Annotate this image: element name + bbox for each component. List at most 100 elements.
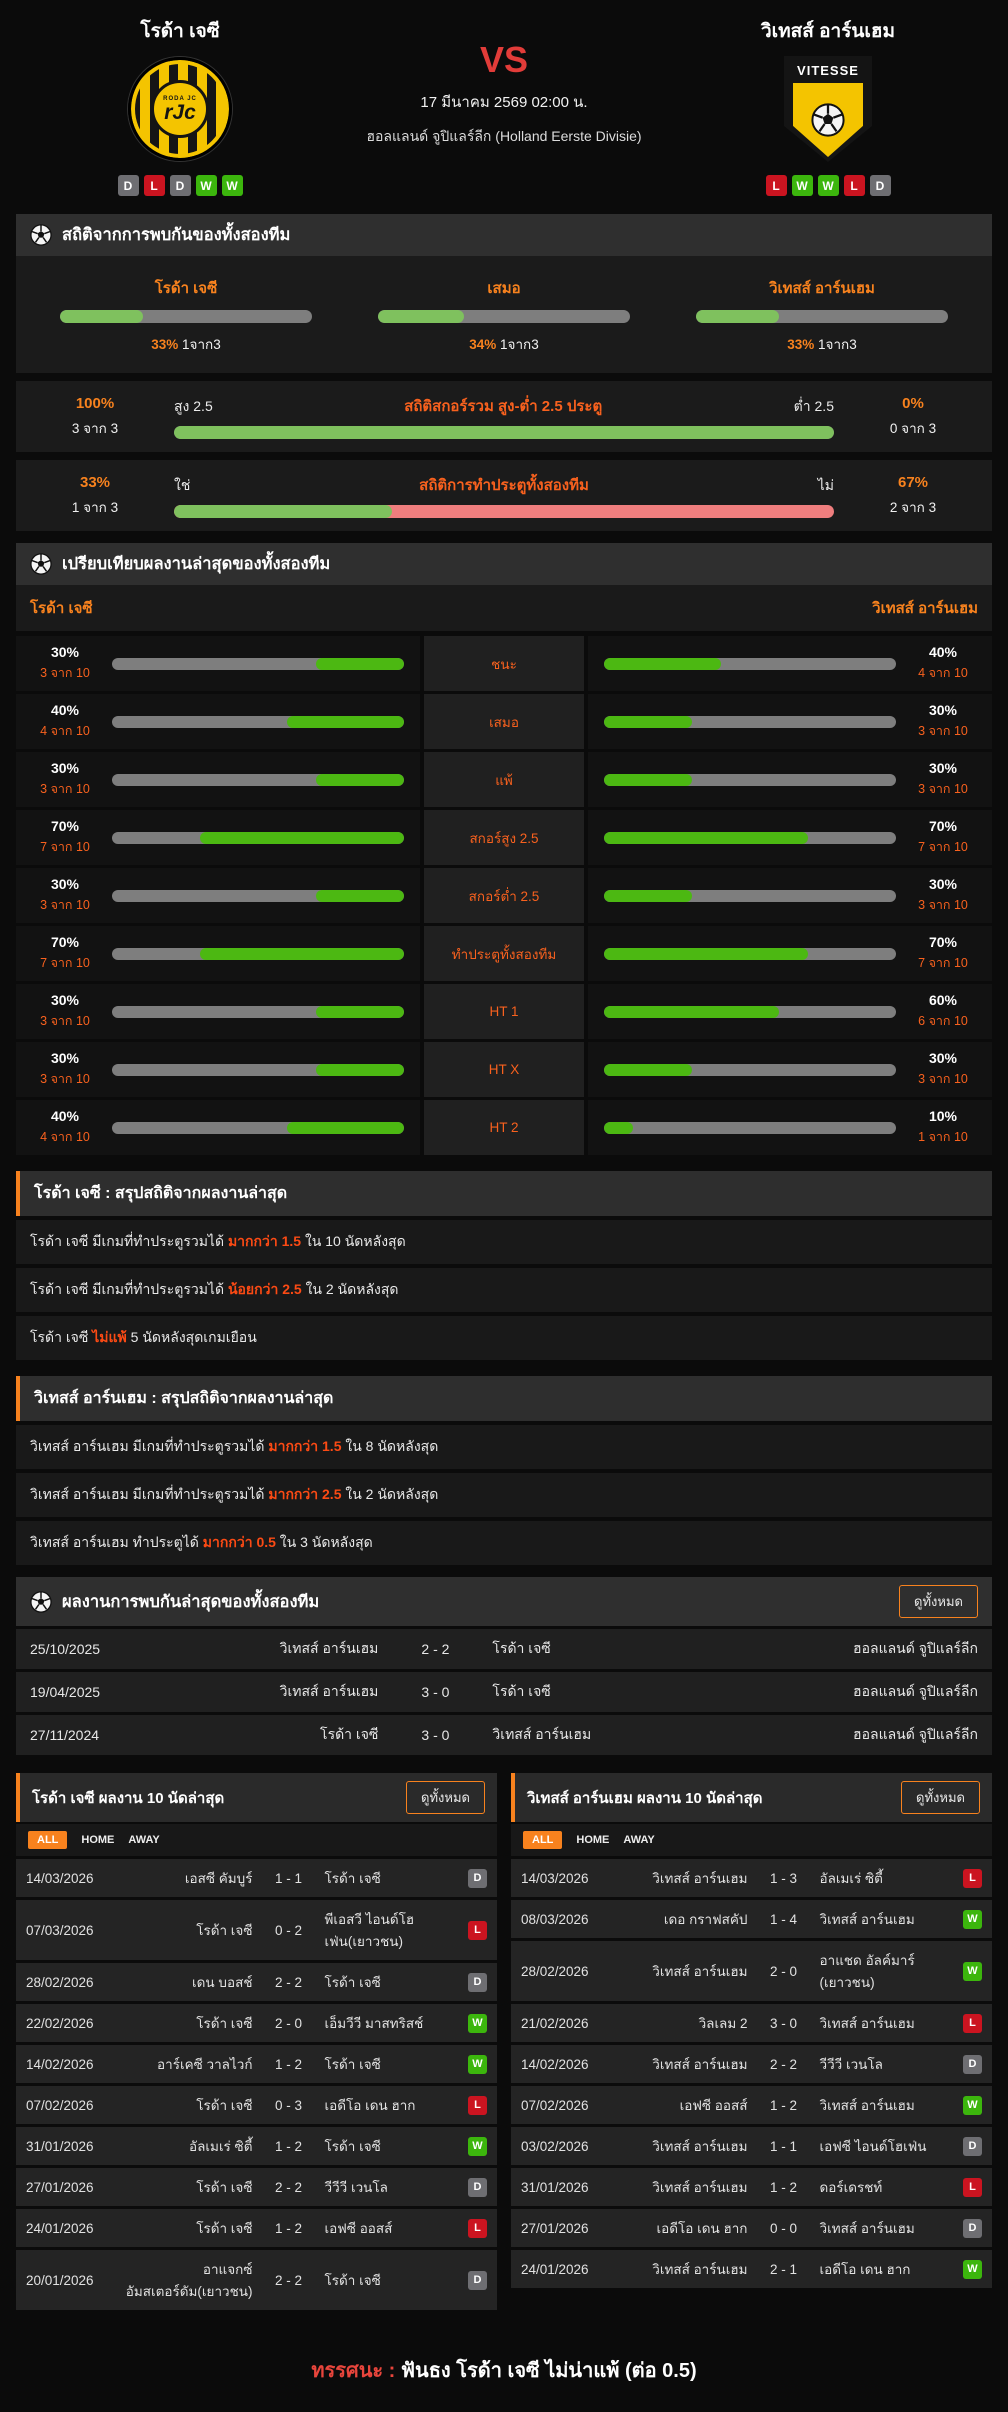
home-team-logo: RODA JC rJc (128, 55, 232, 163)
result-date: 21/02/2026 (521, 2016, 611, 2031)
comparison-row: 30%3 จาก 10แพ้30%3 จาก 10 (16, 752, 992, 807)
left-percent: 40% (32, 1108, 98, 1124)
result-row[interactable]: 14/02/2026อาร์เคซี วาลไวก์1 - 2โรด้า เจซ… (16, 2045, 497, 2083)
tab-home[interactable]: HOME (576, 1834, 609, 1846)
result-score: 1 - 2 (263, 2139, 315, 2154)
view-all-button[interactable]: ดูทั้งหมด (406, 1781, 485, 1814)
result-away-team: วิเทสส์ อาร์นเฮม (810, 2094, 957, 2116)
view-all-meetings-button[interactable]: ดูทั้งหมด (899, 1585, 978, 1618)
meeting-row[interactable]: 27/11/2024โรด้า เจซี3 - 0วิเทสส์ อาร์นเฮ… (16, 1715, 992, 1755)
summary-text-pre: โรด้า เจซี มีเกมที่ทำประตูรวมได้ (30, 1281, 228, 1297)
comparison-metric-label: ชนะ (424, 636, 584, 691)
result-row[interactable]: 14/03/2026เอสซี คัมบูร์1 - 1โรด้า เจซีD (16, 1859, 497, 1897)
result-row[interactable]: 07/02/2026โรด้า เจซี0 - 3เอดีโอ เดน ฮากL (16, 2086, 497, 2124)
progress-bar-fill (604, 1006, 779, 1018)
result-row[interactable]: 28/02/2026เดน บอสช์2 - 2โรด้า เจซีD (16, 1963, 497, 2001)
result-row[interactable]: 24/01/2026โรด้า เจซี1 - 2เอฟซี ออสส์L (16, 2209, 497, 2247)
comparison-metric-label: HT 1 (424, 984, 584, 1039)
meeting-row[interactable]: 19/04/2025วิเทสส์ อาร์นเฮม3 - 0โรด้า เจซ… (16, 1672, 992, 1712)
comparison-metric-label: HT X (424, 1042, 584, 1097)
meeting-home-team: วิเทสส์ อาร์นเฮม (180, 1681, 400, 1703)
tab-all[interactable]: ALL (523, 1831, 562, 1849)
result-row[interactable]: 21/02/2026วิลเลม 23 - 0วิเทสส์ อาร์นเฮมL (511, 2004, 992, 2042)
meeting-row[interactable]: 25/10/2025วิเทสส์ อาร์นเฮม2 - 2โรด้า เจซ… (16, 1629, 992, 1669)
progress-bar-fill (604, 658, 721, 670)
h2h-percent: 34% (469, 337, 496, 352)
left-count: 3 จาก 10 (32, 1069, 98, 1089)
team-result-tables: โรด้า เจซี ผลงาน 10 นัดล่าสุดดูทั้งหมดAL… (16, 1773, 992, 2310)
result-badge-wrap: W (956, 1962, 982, 1981)
result-score: 1 - 1 (263, 1871, 315, 1886)
comparison-row: 70%7 จาก 10ทำประตูทั้งสองทีม70%7 จาก 10 (16, 926, 992, 981)
home-team-block: โรด้า เจซี RODA JC rJc DLDWW (30, 16, 330, 196)
right-percent: 30% (910, 760, 976, 776)
home-team-name: โรด้า เจซี (140, 16, 219, 46)
comparison-metric-label: แพ้ (424, 752, 584, 807)
result-score: 1 - 2 (263, 2057, 315, 2072)
match-info-block: VS 17 มีนาคม 2569 02:00 น. ฮอลแลนด์ จูปิ… (330, 16, 678, 148)
h2h-section: สถิติจากการพบกันของทั้งสองทีม โรด้า เจซี… (0, 214, 1008, 373)
form-badge-w: W (222, 175, 243, 196)
comparison-left-cell: 30%3 จาก 10 (16, 1042, 420, 1097)
form-badge-d: D (118, 175, 139, 196)
meeting-score: 2 - 2 (400, 1641, 470, 1657)
result-date: 03/02/2026 (521, 2139, 611, 2154)
result-home-team: วิเทสส์ อาร์นเฮม (611, 2135, 758, 2157)
result-home-team: เอดีโอ เดน ฮาก (611, 2217, 758, 2239)
comparison-left-stats: 30%3 จาก 10 (32, 760, 98, 799)
result-row[interactable]: 07/03/2026โรด้า เจซี0 - 2พีเอสวี ไอนด์โฮ… (16, 1900, 497, 1960)
result-row[interactable]: 27/01/2026เอดีโอ เดน ฮาก0 - 0วิเทสส์ อาร… (511, 2209, 992, 2247)
result-row[interactable]: 14/03/2026วิเทสส์ อาร์นเฮม1 - 3อัลเมเร่ … (511, 1859, 992, 1897)
result-row[interactable]: 31/01/2026วิเทสส์ อาร์นเฮม1 - 2ดอร์เดรชท… (511, 2168, 992, 2206)
result-away-team: ดอร์เดรชท์ (810, 2176, 957, 2198)
tab-home[interactable]: HOME (81, 1834, 114, 1846)
right-progress-bar (604, 832, 896, 844)
right-count: 4 จาก 10 (910, 663, 976, 683)
result-badge-wrap: D (956, 2137, 982, 2156)
result-row[interactable]: 03/02/2026วิเทสส์ อาร์นเฮม1 - 1เอฟซี ไอน… (511, 2127, 992, 2165)
result-badge-w: W (963, 2260, 982, 2279)
left-progress-bar (112, 658, 404, 670)
result-away-team: อาแชด อัลค์มาร์ (เยาวชน) (810, 1949, 957, 1993)
result-row[interactable]: 14/02/2026วิเทสส์ อาร์นเฮม2 - 2วีวีวี เว… (511, 2045, 992, 2083)
right-percent: 30% (910, 1050, 976, 1066)
result-home-team: เอฟซี ออสส์ (611, 2094, 758, 2116)
tab-away[interactable]: AWAY (623, 1834, 654, 1846)
result-row[interactable]: 07/02/2026เอฟซี ออสส์1 - 2วิเทสส์ อาร์นเ… (511, 2086, 992, 2124)
right-percent: 70% (910, 818, 976, 834)
result-badge-d: D (468, 1869, 487, 1888)
result-score: 0 - 0 (758, 2221, 810, 2236)
view-all-button[interactable]: ดูทั้งหมด (901, 1781, 980, 1814)
result-score: 1 - 3 (758, 1871, 810, 1886)
roda-crest-center: RODA JC rJc (151, 80, 209, 138)
result-row[interactable]: 08/03/2026เดอ กราฟสคัป1 - 4วิเทสส์ อาร์น… (511, 1900, 992, 1938)
result-row[interactable]: 24/01/2026วิเทสส์ อาร์นเฮม2 - 1เอดีโอ เด… (511, 2250, 992, 2288)
comparison-right-cell: 30%3 จาก 10 (588, 694, 992, 749)
form-badge-w: W (196, 175, 217, 196)
result-row[interactable]: 20/01/2026อาแจกซ์ อัมสเตอร์ดัม(เยาวชน)2 … (16, 2250, 497, 2310)
result-row[interactable]: 27/01/2026โรด้า เจซี2 - 2วีวีวี เวนโลD (16, 2168, 497, 2206)
comparison-right-cell: 60%6 จาก 10 (588, 984, 992, 1039)
roda-jc-crest-icon: RODA JC rJc (128, 57, 232, 161)
h2h-column: โรด้า เจซี33% 1จาก3 (60, 276, 312, 355)
summary-highlight: มากกว่า 2.5 (268, 1486, 341, 1502)
h2h-count: 1จาก3 (178, 337, 220, 352)
comparison-right-cell: 70%7 จาก 10 (588, 926, 992, 981)
h2h-progress-bar (696, 310, 948, 323)
btts-no-label: ไม่ (818, 475, 834, 497)
away-team-name: วิเทสส์ อาร์นเฮม (761, 16, 895, 46)
verdict-label: ทรรศนะ : (311, 2360, 395, 2382)
result-row[interactable]: 22/02/2026โรด้า เจซี2 - 0เอ็มวีวี มาสทริ… (16, 2004, 497, 2042)
result-badge-wrap: D (956, 2219, 982, 2238)
left-percent: 70% (32, 818, 98, 834)
tab-all[interactable]: ALL (28, 1831, 67, 1849)
result-row[interactable]: 28/02/2026วิเทสส์ อาร์นเฮม2 - 0อาแชด อัล… (511, 1941, 992, 2001)
tab-away[interactable]: AWAY (128, 1834, 159, 1846)
verdict-text: ฟันธง โรด้า เจซี ไม่น่าแพ้ (ต่อ 0.5) (395, 2360, 696, 2382)
result-home-team: วิเทสส์ อาร์นเฮม (611, 1960, 758, 1982)
left-percent: 30% (32, 876, 98, 892)
result-row[interactable]: 31/01/2026อัลเมเร่ ซิตี้1 - 2โรด้า เจซีW (16, 2127, 497, 2165)
left-count: 3 จาก 10 (32, 779, 98, 799)
result-badge-wrap: W (461, 2014, 487, 2033)
progress-bar-fill (604, 774, 692, 786)
